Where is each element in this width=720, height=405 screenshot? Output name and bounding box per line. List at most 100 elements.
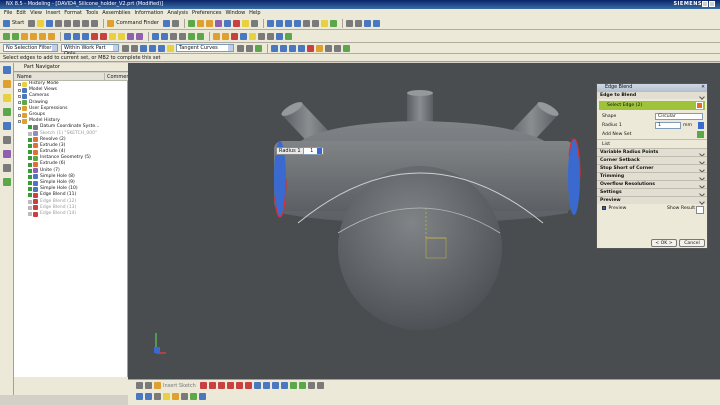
menu-view[interactable]: View xyxy=(30,10,42,16)
selection-scope-dropdown[interactable]: Within Work Part Only xyxy=(61,44,119,57)
expand-toggle-icon[interactable] xyxy=(18,119,21,123)
view-orient-icon[interactable] xyxy=(136,382,143,389)
add-new-set-icon[interactable] xyxy=(697,131,704,138)
copy-icon[interactable] xyxy=(64,19,72,27)
spline-icon[interactable] xyxy=(267,32,274,40)
help-icon[interactable] xyxy=(171,19,179,27)
save-icon[interactable] xyxy=(46,19,54,27)
cut-icon[interactable] xyxy=(55,19,63,27)
menu-insert[interactable]: Insert xyxy=(46,10,60,16)
resize-blend-icon[interactable] xyxy=(240,32,247,40)
pad-icon[interactable] xyxy=(82,32,89,40)
history-icon[interactable] xyxy=(3,136,11,144)
select-all-icon[interactable] xyxy=(122,44,129,52)
true-shading-icon[interactable] xyxy=(190,393,197,400)
face-select-icon[interactable] xyxy=(149,44,156,52)
point-snap-icon[interactable] xyxy=(271,44,278,52)
select-edge-icon[interactable] xyxy=(696,102,703,109)
fit-view-icon[interactable] xyxy=(266,19,274,27)
constraint-icon[interactable] xyxy=(298,382,306,389)
undo-icon[interactable] xyxy=(82,19,90,27)
feature-check-icon[interactable] xyxy=(28,205,32,210)
web-browser-icon[interactable] xyxy=(3,122,11,130)
view-fit-icon[interactable] xyxy=(145,382,152,389)
analysis-icon[interactable] xyxy=(345,19,353,27)
insert-sketch-icon[interactable] xyxy=(154,382,161,389)
chamfer-tool-icon[interactable] xyxy=(241,19,249,27)
background-icon[interactable] xyxy=(199,393,206,400)
point-on-surface-icon[interactable] xyxy=(343,44,350,52)
follow-fillet-icon[interactable] xyxy=(246,44,253,52)
section-overflow[interactable]: Overflow Resolutions xyxy=(597,180,707,188)
dialog-close-icon[interactable]: ✕ xyxy=(701,84,705,91)
existing-point-icon[interactable] xyxy=(325,44,332,52)
part-navigator-icon[interactable] xyxy=(3,94,11,102)
constraint-navigator-icon[interactable] xyxy=(3,80,11,88)
make-corner-icon[interactable] xyxy=(280,382,288,389)
studio-icon[interactable] xyxy=(163,393,170,400)
datum-axis-icon[interactable] xyxy=(12,32,19,40)
swept-icon[interactable] xyxy=(188,32,195,40)
preferences-icon[interactable] xyxy=(372,19,380,27)
circle-icon[interactable] xyxy=(226,382,234,389)
section-stop-short[interactable]: Stop Short of Corner xyxy=(597,164,707,172)
feature-check-icon[interactable] xyxy=(28,181,32,186)
section-view-icon[interactable] xyxy=(320,19,328,27)
pan-view-icon[interactable] xyxy=(293,19,301,27)
trim-body-icon[interactable] xyxy=(118,32,125,40)
feature-check-icon[interactable] xyxy=(28,168,32,173)
expand-toggle-icon[interactable] xyxy=(18,113,21,117)
cancel-button[interactable]: Cancel xyxy=(679,239,705,247)
right-port-edge[interactable] xyxy=(567,138,581,216)
new-icon[interactable] xyxy=(28,19,36,27)
edge-to-blend-section[interactable]: Edge to Blend xyxy=(597,91,707,99)
command-finder-icon[interactable] xyxy=(107,19,115,27)
mirror-curve-icon[interactable] xyxy=(316,382,324,389)
shell-tool-icon[interactable] xyxy=(250,19,258,27)
edge-blend-icon[interactable] xyxy=(91,32,98,40)
mirror-icon[interactable] xyxy=(161,32,168,40)
menu-assemblies[interactable]: Assemblies xyxy=(102,10,130,16)
curve-rule-dropdown[interactable]: Tangent Curves xyxy=(176,44,234,52)
menu-analysis[interactable]: Analysis xyxy=(167,10,188,16)
synchronous-move-icon[interactable] xyxy=(213,32,220,40)
snap-icon[interactable] xyxy=(140,44,147,52)
rectangle-icon[interactable] xyxy=(244,382,252,389)
paste-icon[interactable] xyxy=(73,19,81,27)
list-row[interactable]: List xyxy=(597,139,707,148)
section-corner-setback[interactable]: Corner Setback xyxy=(597,156,707,164)
radius-input[interactable]: 1 xyxy=(655,122,681,129)
feature-check-icon[interactable] xyxy=(28,125,32,130)
body-select-icon[interactable] xyxy=(158,44,165,52)
roles-palette-icon[interactable] xyxy=(3,178,11,186)
radius-onscreen-input[interactable]: Radius 1 1 xyxy=(276,147,324,155)
process-studio-icon[interactable] xyxy=(3,164,11,172)
minimize-button[interactable] xyxy=(702,1,708,7)
endpoint-snap-icon[interactable] xyxy=(280,44,287,52)
project-curve-icon[interactable] xyxy=(276,32,283,40)
measure-icon[interactable] xyxy=(354,19,362,27)
expand-toggle-icon[interactable] xyxy=(18,101,21,105)
menu-preferences[interactable]: Preferences xyxy=(192,10,221,16)
offset-curve-icon[interactable] xyxy=(307,382,315,389)
pocket-icon[interactable] xyxy=(73,32,80,40)
select-edge-row[interactable]: Select Edge (2) xyxy=(599,101,705,110)
delete-face-icon[interactable] xyxy=(231,32,238,40)
arc-icon[interactable] xyxy=(217,382,225,389)
feature-check-icon[interactable] xyxy=(28,137,32,142)
feature-check-icon[interactable] xyxy=(28,143,32,148)
orient-view-icon[interactable] xyxy=(302,19,310,27)
system-materials-icon[interactable] xyxy=(3,150,11,158)
revolve-tool-icon[interactable] xyxy=(205,19,213,27)
point-icon[interactable] xyxy=(253,382,261,389)
wireframe-icon[interactable] xyxy=(145,393,152,400)
feature-check-icon[interactable] xyxy=(28,193,32,198)
show-result-icon[interactable] xyxy=(696,206,704,214)
stop-at-intersection-icon[interactable] xyxy=(237,44,244,52)
section-variable-radius-points[interactable]: Variable Radius Points xyxy=(597,148,707,156)
insert-sketch-label[interactable]: Insert Sketch xyxy=(163,383,196,389)
menu-format[interactable]: Format xyxy=(64,10,82,16)
navigator-node[interactable]: Edge Blend (14) xyxy=(14,211,127,217)
expand-toggle-icon[interactable] xyxy=(18,88,21,92)
cone-icon[interactable] xyxy=(39,32,46,40)
